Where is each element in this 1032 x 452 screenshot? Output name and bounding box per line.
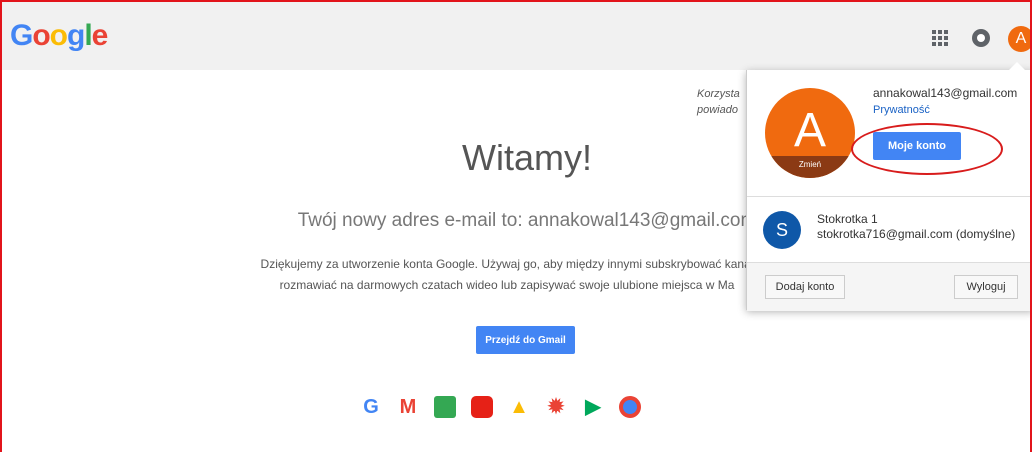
add-account-button[interactable]: Dodaj konto [765, 275, 845, 299]
youtube-icon[interactable] [471, 396, 493, 418]
other-account-email: stokrotka716@gmail.com (domyślne) [817, 227, 1016, 241]
account-popup: A Zmień annakowal143@gmail.com Prywatnoś… [746, 62, 1030, 311]
apps-icon[interactable] [932, 30, 948, 46]
products-row: G M ▲ ✹ ▶ [360, 396, 641, 418]
account-email: annakowal143@gmail.com [873, 86, 1018, 100]
notice-text: Korzysta powiado [697, 86, 740, 118]
notifications-icon[interactable] [972, 29, 990, 47]
maps-icon[interactable] [434, 396, 456, 418]
notice-line: powiado [697, 104, 738, 116]
account-avatar[interactable]: A [1008, 26, 1030, 52]
profile-photo[interactable]: A Zmień [765, 88, 855, 178]
other-account-avatar: S [763, 211, 801, 249]
other-account-name: Stokrotka 1 [817, 212, 878, 226]
go-to-gmail-button[interactable]: Przejdź do Gmail [476, 326, 575, 354]
logo-g2: g [67, 19, 85, 52]
browser-frame: Google A Korzysta powiado Witamy! Twój n… [0, 0, 1032, 452]
photos-icon[interactable]: ✹ [545, 396, 567, 418]
logo-e: e [91, 19, 109, 52]
other-account-row[interactable]: S Stokrotka 1 stokrotka716@gmail.com (do… [747, 196, 1030, 263]
play-icon[interactable]: ▶ [582, 396, 604, 418]
popup-footer: Dodaj konto Wyloguj [747, 262, 1030, 311]
google-logo[interactable]: Google [10, 19, 109, 53]
logout-button[interactable]: Wyloguj [954, 275, 1018, 299]
google-icon[interactable]: G [360, 396, 382, 418]
notice-line: Korzysta [697, 88, 740, 100]
profile-photo-letter: A [793, 104, 826, 157]
logo-o1: o [32, 19, 50, 52]
privacy-link[interactable]: Prywatność [873, 104, 930, 116]
logo-g: G [10, 19, 33, 52]
chrome-icon[interactable] [619, 396, 641, 418]
top-bar: Google A [2, 2, 1030, 70]
gmail-icon[interactable]: M [397, 396, 419, 418]
drive-icon[interactable]: ▲ [508, 396, 530, 418]
highlight-ring [851, 123, 1003, 175]
logo-l: l [84, 19, 92, 52]
logo-o2: o [49, 19, 68, 52]
change-photo-label[interactable]: Zmień [765, 156, 855, 178]
